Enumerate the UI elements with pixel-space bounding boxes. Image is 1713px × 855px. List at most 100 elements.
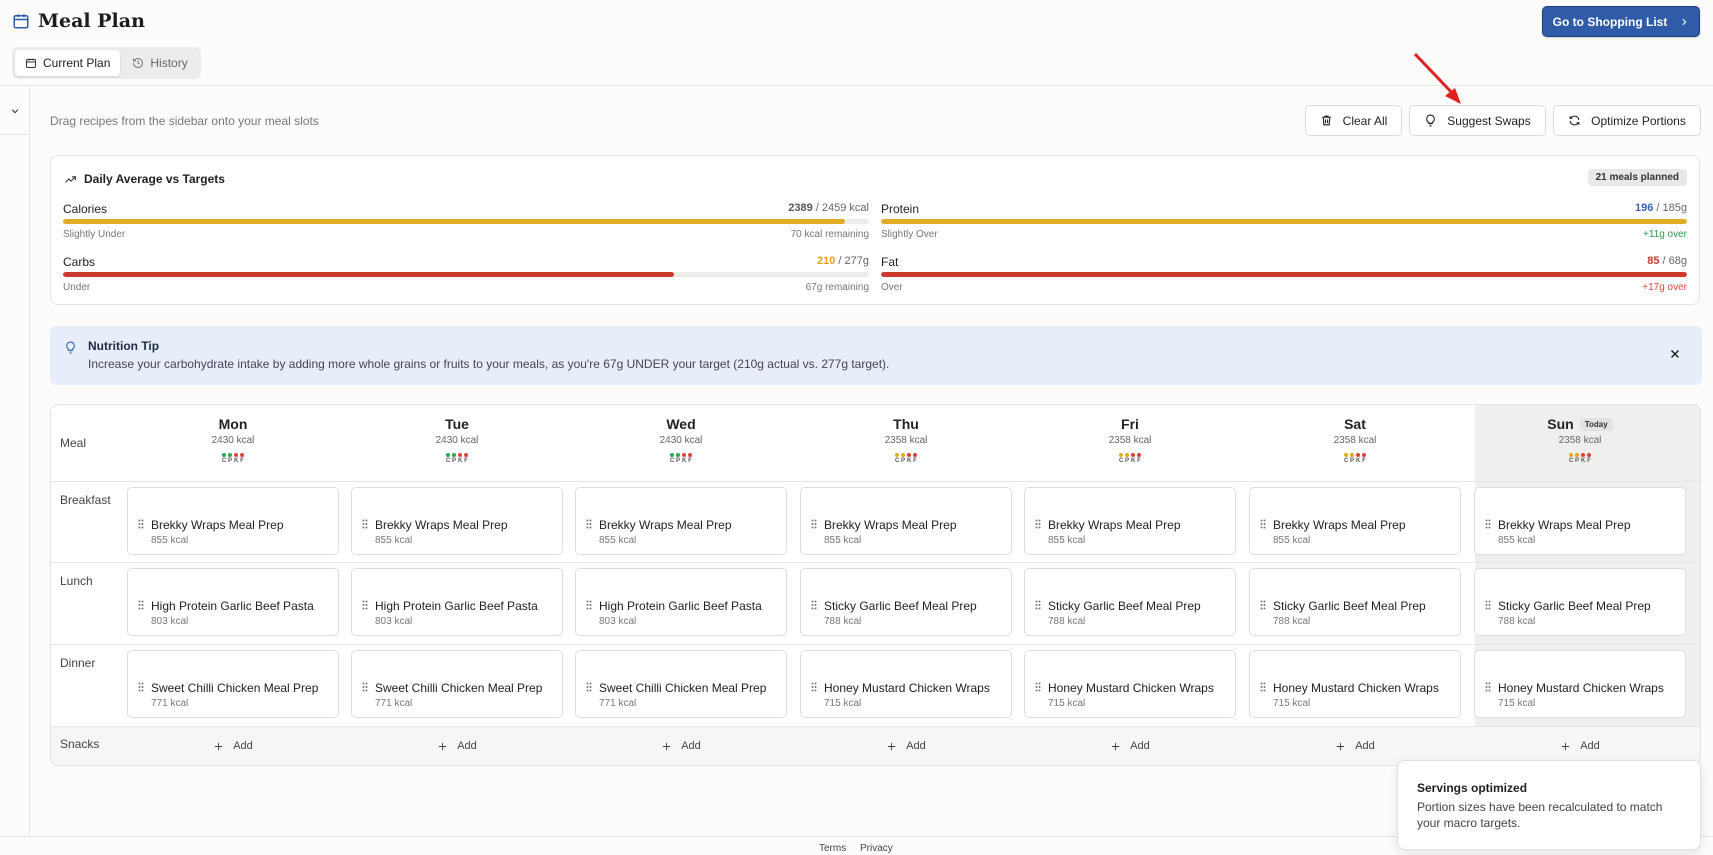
suggest-swaps-button[interactable]: Suggest Swaps (1409, 105, 1546, 136)
drag-handle-icon[interactable] (811, 519, 817, 529)
day-name: Tue (357, 415, 557, 433)
day-name-text: Mon (218, 416, 248, 432)
add-snack-button[interactable]: Add (127, 740, 339, 752)
daily-average-card: Daily Average vs Targets 21 meals planne… (50, 155, 1700, 305)
drag-handle-icon[interactable] (1260, 600, 1266, 610)
drag-handle-icon[interactable] (586, 600, 592, 610)
add-snack-button[interactable]: Add (800, 740, 1012, 752)
add-label: Add (233, 740, 253, 752)
meal-slot-card[interactable]: Brekky Wraps Meal Prep 855 kcal (351, 487, 563, 555)
drag-handle-icon[interactable] (586, 682, 592, 692)
meal-slot-card[interactable]: Brekky Wraps Meal Prep 855 kcal (1024, 487, 1236, 555)
meals-planned-badge: 21 meals planned (1587, 169, 1687, 186)
macro-status-dot (1575, 453, 1579, 457)
day-name-text: Sun (1547, 416, 1574, 432)
sidebar-toggle[interactable] (0, 87, 30, 135)
meal-slot-card[interactable]: Sticky Garlic Beef Meal Prep 788 kcal (800, 568, 1012, 636)
row-label-breakfast: Breakfast (60, 493, 111, 507)
meal-slot-card[interactable]: Brekky Wraps Meal Prep 855 kcal (1249, 487, 1461, 555)
macro-letter: C (446, 458, 451, 464)
recipe-name: Honey Mustard Chicken Wraps (1498, 681, 1664, 695)
meal-slot-card[interactable]: Sticky Garlic Beef Meal Prep 788 kcal (1024, 568, 1236, 636)
close-icon[interactable] (1668, 347, 1682, 361)
drag-handle-icon[interactable] (138, 519, 144, 529)
macro-letter: F (688, 458, 692, 464)
macro-dots (806, 453, 1006, 457)
recipe-kcal: 803 kcal (151, 616, 189, 627)
drag-handle-icon[interactable] (362, 682, 368, 692)
meal-slot-card[interactable]: High Protein Garlic Beef Pasta 803 kcal (575, 568, 787, 636)
meal-slot-card[interactable]: High Protein Garlic Beef Pasta 803 kcal (351, 568, 563, 636)
day-header-sun: Sun Today 2358 kcal C P K F (1480, 415, 1680, 464)
drag-handle-icon[interactable] (1485, 600, 1491, 610)
recipe-kcal: 855 kcal (824, 535, 862, 546)
day-header-thu: Thu 2358 kcal C P K F (806, 415, 1006, 464)
drag-handle-icon[interactable] (1035, 600, 1041, 610)
drag-handle-icon[interactable] (138, 600, 144, 610)
meal-slot-card[interactable]: Sticky Garlic Beef Meal Prep 788 kcal (1249, 568, 1461, 636)
terms-link[interactable]: Terms (819, 843, 846, 854)
add-snack-button[interactable]: Add (1024, 740, 1236, 752)
optimize-portions-button[interactable]: Optimize Portions (1553, 105, 1701, 136)
refresh-icon (1569, 115, 1580, 126)
meal-slot-card[interactable]: Honey Mustard Chicken Wraps 715 kcal (800, 650, 1012, 718)
recipe-kcal: 771 kcal (375, 698, 413, 709)
meal-slot-card[interactable]: High Protein Garlic Beef Pasta 803 kcal (127, 568, 339, 636)
macro-letter: F (464, 458, 468, 464)
plus-icon (1562, 742, 1570, 750)
add-snack-button[interactable]: Add (575, 740, 787, 752)
page-title: Meal Plan (38, 10, 145, 32)
meal-slot-card[interactable]: Brekky Wraps Meal Prep 855 kcal (800, 487, 1012, 555)
meal-slot-card[interactable]: Sweet Chilli Chicken Meal Prep 771 kcal (127, 650, 339, 718)
go-to-shopping-list-button[interactable]: Go to Shopping List (1542, 6, 1700, 37)
calendar-icon (26, 58, 36, 68)
recipe-name: Brekky Wraps Meal Prep (1273, 518, 1406, 532)
nutrition-tip-banner: Nutrition Tip Increase your carbohydrate… (50, 326, 1702, 385)
clear-all-button[interactable]: Clear All (1305, 105, 1402, 136)
day-header-wed: Wed 2430 kcal C P K F (581, 415, 781, 464)
macro-dots (357, 453, 557, 457)
macro-status-dot (1344, 453, 1348, 457)
drag-handle-icon[interactable] (362, 600, 368, 610)
drag-handle-icon[interactable] (811, 600, 817, 610)
drag-handle-icon[interactable] (138, 682, 144, 692)
recipe-kcal: 855 kcal (375, 535, 413, 546)
add-snack-button[interactable]: Add (1474, 740, 1686, 752)
meal-column-header: Meal (60, 436, 87, 450)
drag-handle-icon[interactable] (1035, 682, 1041, 692)
add-snack-button[interactable]: Add (351, 740, 563, 752)
meal-slot-card[interactable]: Honey Mustard Chicken Wraps 715 kcal (1249, 650, 1461, 718)
privacy-link[interactable]: Privacy (860, 843, 893, 854)
today-badge: Today (1579, 417, 1613, 431)
meal-slot-card[interactable]: Brekky Wraps Meal Prep 855 kcal (1474, 487, 1686, 555)
recipe-name: High Protein Garlic Beef Pasta (151, 599, 314, 613)
meal-slot-card[interactable]: Sweet Chilli Chicken Meal Prep 771 kcal (575, 650, 787, 718)
meal-slot-card[interactable]: Sweet Chilli Chicken Meal Prep 771 kcal (351, 650, 563, 718)
drag-handle-icon[interactable] (811, 682, 817, 692)
meal-slot-card[interactable]: Brekky Wraps Meal Prep 855 kcal (127, 487, 339, 555)
drag-handle-icon[interactable] (1260, 519, 1266, 529)
recipe-kcal: 715 kcal (1498, 698, 1536, 709)
macro-letter: C (1344, 458, 1349, 464)
recipe-name: Sweet Chilli Chicken Meal Prep (599, 681, 767, 695)
macro-status-dot (1581, 453, 1585, 457)
tab-history[interactable]: History (122, 50, 197, 76)
meal-slot-card[interactable]: Honey Mustard Chicken Wraps 715 kcal (1474, 650, 1686, 718)
meal-slot-card[interactable]: Honey Mustard Chicken Wraps 715 kcal (1024, 650, 1236, 718)
drag-handle-icon[interactable] (1485, 519, 1491, 529)
macro-status: Slightly Under (63, 229, 126, 240)
meal-slot-card[interactable]: Sticky Garlic Beef Meal Prep 788 kcal (1474, 568, 1686, 636)
drag-handle-icon[interactable] (1260, 682, 1266, 692)
macro-progress-bar (63, 272, 869, 277)
drag-handle-icon[interactable] (1485, 682, 1491, 692)
drag-handle-icon[interactable] (362, 519, 368, 529)
meal-slot-card[interactable]: Brekky Wraps Meal Prep 855 kcal (575, 487, 787, 555)
drag-handle-icon[interactable] (1035, 519, 1041, 529)
recipe-name: High Protein Garlic Beef Pasta (375, 599, 538, 613)
macro-remaining: +17g over (1642, 282, 1687, 293)
tab-current-plan[interactable]: Current Plan (15, 50, 121, 76)
add-snack-button[interactable]: Add (1249, 740, 1461, 752)
macro-progress-bar (881, 272, 1687, 277)
drag-handle-icon[interactable] (586, 519, 592, 529)
macro-letter: P (1125, 458, 1130, 464)
